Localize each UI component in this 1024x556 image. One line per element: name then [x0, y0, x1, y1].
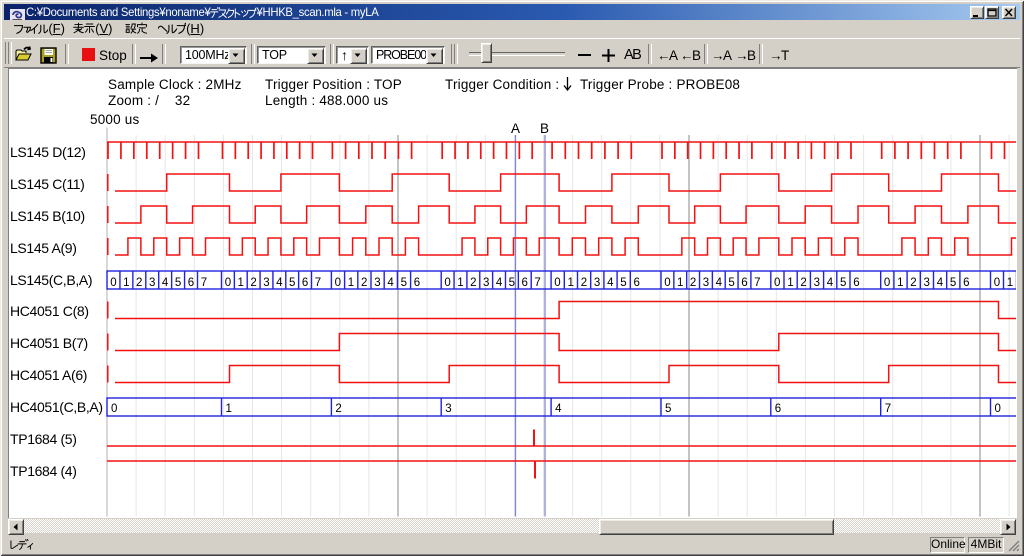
svg-text:3: 3 [483, 277, 489, 289]
svg-text:3: 3 [594, 277, 600, 289]
svg-text:0: 0 [774, 277, 780, 289]
svg-text:0: 0 [111, 403, 117, 415]
svg-text:6: 6 [963, 277, 969, 289]
svg-text:5: 5 [728, 277, 734, 289]
svg-text:3: 3 [445, 403, 451, 415]
svg-text:3: 3 [149, 277, 155, 289]
svg-text:7: 7 [885, 403, 891, 415]
svg-text:7: 7 [315, 277, 321, 289]
svg-text:1: 1 [348, 277, 354, 289]
svg-text:3: 3 [814, 277, 820, 289]
svg-text:4: 4 [827, 277, 834, 289]
svg-text:1: 1 [457, 277, 463, 289]
svg-text:4: 4 [716, 277, 723, 289]
svg-text:2: 2 [800, 277, 806, 289]
svg-text:3: 3 [703, 277, 709, 289]
svg-text:4: 4 [387, 277, 394, 289]
svg-text:4: 4 [607, 277, 614, 289]
svg-text:2: 2 [136, 277, 142, 289]
svg-text:6: 6 [302, 277, 308, 289]
svg-text:1: 1 [238, 277, 244, 289]
svg-text:1: 1 [677, 277, 683, 289]
svg-text:5: 5 [665, 403, 671, 415]
svg-text:0: 0 [664, 277, 670, 289]
svg-text:0: 0 [335, 277, 341, 289]
svg-text:2: 2 [581, 277, 587, 289]
svg-text:6: 6 [188, 277, 194, 289]
svg-text:3: 3 [924, 277, 930, 289]
svg-text:6: 6 [634, 277, 640, 289]
svg-text:4: 4 [937, 277, 944, 289]
svg-text:2: 2 [470, 277, 476, 289]
svg-text:6: 6 [741, 277, 747, 289]
svg-text:1: 1 [897, 277, 903, 289]
svg-text:2: 2 [361, 277, 367, 289]
svg-text:1: 1 [568, 277, 574, 289]
svg-text:0: 0 [554, 277, 560, 289]
svg-text:7: 7 [534, 277, 540, 289]
svg-text:0: 0 [884, 277, 890, 289]
svg-text:3: 3 [263, 277, 269, 289]
svg-text:5: 5 [620, 277, 626, 289]
svg-text:1: 1 [787, 277, 793, 289]
svg-text:2: 2 [690, 277, 696, 289]
svg-text:5: 5 [401, 277, 407, 289]
svg-text:6: 6 [775, 403, 781, 415]
svg-text:2: 2 [910, 277, 916, 289]
svg-text:4: 4 [496, 277, 503, 289]
svg-text:0: 0 [994, 277, 1000, 289]
svg-text:7: 7 [201, 277, 207, 289]
svg-text:5: 5 [175, 277, 181, 289]
svg-text:5: 5 [840, 277, 846, 289]
svg-text:3: 3 [374, 277, 380, 289]
svg-text:6: 6 [522, 277, 528, 289]
svg-text:5: 5 [289, 277, 295, 289]
svg-text:0: 0 [444, 277, 450, 289]
svg-text:6: 6 [853, 277, 859, 289]
svg-text:7: 7 [754, 277, 760, 289]
svg-text:0: 0 [225, 277, 231, 289]
svg-text:4: 4 [162, 277, 169, 289]
svg-text:2: 2 [250, 277, 256, 289]
svg-text:5: 5 [509, 277, 515, 289]
svg-text:0: 0 [110, 277, 116, 289]
svg-text:1: 1 [123, 277, 129, 289]
svg-text:1: 1 [1007, 277, 1013, 289]
svg-text:4: 4 [555, 403, 562, 415]
svg-text:6: 6 [414, 277, 420, 289]
svg-text:5: 5 [950, 277, 956, 289]
svg-text:4: 4 [276, 277, 283, 289]
svg-text:2: 2 [335, 403, 341, 415]
svg-text:1: 1 [226, 403, 232, 415]
svg-text:0: 0 [995, 403, 1001, 415]
